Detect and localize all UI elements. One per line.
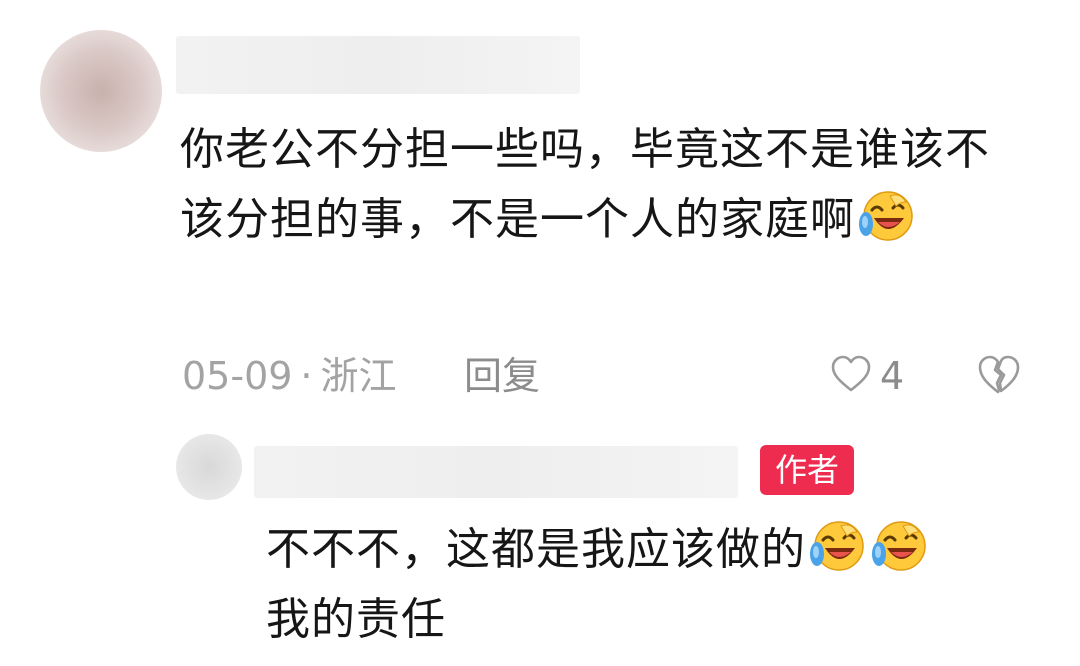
comment-meta: 05-09 · 浙江 [182, 348, 397, 404]
avatar[interactable] [40, 30, 162, 152]
broken-heart-icon[interactable] [976, 352, 1022, 398]
reply-button[interactable]: 回复 [464, 348, 540, 404]
author-badge: 作者 [760, 445, 854, 495]
reply-avatar[interactable] [176, 434, 242, 500]
username-blurred[interactable] [176, 36, 580, 94]
meta-separator: · [300, 354, 313, 398]
reply-text: 不不不，这都是我应该做的 我的责任 [266, 515, 1026, 655]
heart-icon[interactable] [830, 354, 872, 398]
like-count: 4 [880, 354, 905, 398]
comment-text: 你老公不分担一些吗，毕竟这不是谁该不该分担的事，不是一个人的家庭啊 [180, 115, 1020, 255]
reply-body-line2: 我的责任 [266, 594, 446, 645]
comment-date: 05-09 [182, 354, 293, 398]
reply-body: 不不不，这都是我应该做的 [266, 524, 806, 575]
like-button[interactable]: 4 [830, 350, 904, 402]
laugh-cry-emoji-icon [808, 516, 868, 576]
laugh-cry-emoji-icon [870, 516, 930, 576]
reply-username-blurred[interactable] [254, 446, 738, 498]
laugh-cry-emoji-icon [857, 186, 917, 246]
comment-location: 浙江 [320, 354, 397, 398]
